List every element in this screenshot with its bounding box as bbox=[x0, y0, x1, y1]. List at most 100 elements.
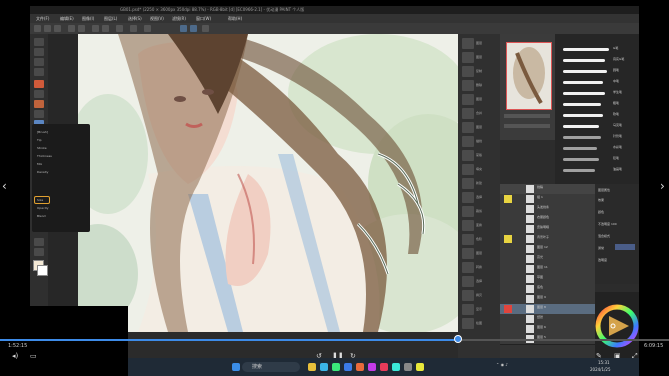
blend-mode-select[interactable] bbox=[615, 244, 635, 250]
grid-icon[interactable] bbox=[202, 25, 209, 32]
sub-color-swatch[interactable] bbox=[37, 265, 48, 276]
clear-icon[interactable] bbox=[92, 25, 99, 32]
layer-icon[interactable] bbox=[462, 52, 474, 63]
redo-icon[interactable] bbox=[78, 25, 85, 32]
color-wheel[interactable] bbox=[595, 292, 639, 358]
levels-icon[interactable] bbox=[462, 234, 474, 245]
menu-item[interactable]: 图像(I) bbox=[82, 14, 94, 23]
lineart-icon[interactable] bbox=[462, 136, 474, 147]
fill-icon[interactable] bbox=[102, 25, 109, 32]
brush-preview[interactable] bbox=[563, 92, 605, 95]
menu-item[interactable]: 视图(V) bbox=[150, 14, 164, 23]
menu-item[interactable]: 帮助(H) bbox=[228, 14, 242, 23]
crop-icon[interactable] bbox=[462, 206, 474, 217]
taskbar-search[interactable]: 搜索 bbox=[242, 362, 300, 372]
explorer-icon[interactable] bbox=[308, 363, 316, 371]
move-tool-icon[interactable] bbox=[34, 48, 44, 56]
color-wheel-panel bbox=[595, 292, 639, 358]
chevron-right-icon[interactable]: › bbox=[660, 180, 665, 192]
app-icon[interactable] bbox=[416, 363, 424, 371]
layer-icon[interactable] bbox=[462, 248, 474, 259]
brush-preview[interactable] bbox=[563, 125, 599, 128]
menu-item[interactable]: 图层(L) bbox=[104, 14, 117, 23]
draw-icon[interactable] bbox=[462, 318, 474, 329]
app-icon[interactable] bbox=[380, 363, 388, 371]
menu-item[interactable]: 滤镜(R) bbox=[172, 14, 186, 23]
video-letterbox bbox=[0, 306, 128, 376]
windows-start-icon[interactable] bbox=[232, 363, 240, 371]
brush-tool-icon[interactable] bbox=[34, 110, 44, 118]
brush-preview[interactable] bbox=[563, 147, 597, 150]
undo-icon[interactable] bbox=[68, 25, 75, 32]
brush-preview[interactable] bbox=[563, 81, 603, 84]
brush-preview[interactable] bbox=[563, 59, 605, 62]
pencil-tool-icon[interactable] bbox=[34, 100, 44, 108]
edge-icon[interactable] bbox=[320, 363, 328, 371]
save-icon[interactable] bbox=[54, 25, 61, 32]
store-icon[interactable] bbox=[332, 363, 340, 371]
ruler-icon[interactable] bbox=[180, 25, 187, 32]
open-file-icon[interactable] bbox=[44, 25, 51, 32]
delete-icon[interactable] bbox=[462, 80, 474, 91]
lasso-tool-icon[interactable] bbox=[34, 68, 44, 76]
icon-label: 描线 bbox=[476, 139, 483, 143]
caption-icon[interactable]: ▭ bbox=[30, 352, 37, 360]
transform-icon[interactable] bbox=[116, 25, 123, 32]
navigator-thumbnail[interactable] bbox=[506, 42, 552, 110]
app-icon[interactable] bbox=[344, 363, 352, 371]
show-icon[interactable] bbox=[462, 304, 474, 315]
size-indicator[interactable] bbox=[34, 196, 50, 204]
fill-icon[interactable] bbox=[462, 164, 474, 175]
convert-icon[interactable] bbox=[462, 262, 474, 273]
select-icon[interactable] bbox=[462, 192, 474, 203]
app-icon[interactable] bbox=[392, 363, 400, 371]
paint-app-icon[interactable] bbox=[356, 363, 364, 371]
layer-icon[interactable] bbox=[462, 94, 474, 105]
layer-icon[interactable] bbox=[462, 122, 474, 133]
current-time: 1:52:15 bbox=[8, 343, 28, 349]
brush-preview[interactable] bbox=[563, 70, 607, 73]
brush-preview[interactable] bbox=[563, 136, 601, 139]
active-layer-icon bbox=[504, 305, 512, 313]
deselect-icon[interactable] bbox=[130, 25, 137, 32]
zoom-slider[interactable] bbox=[504, 114, 550, 118]
menu-item[interactable]: 文件(F) bbox=[36, 14, 49, 23]
brush-preview[interactable] bbox=[563, 158, 599, 161]
rotate-slider[interactable] bbox=[504, 124, 550, 128]
brush-preview[interactable] bbox=[563, 48, 609, 51]
canvas-artwork[interactable] bbox=[78, 34, 458, 332]
navigator-panel bbox=[500, 34, 555, 140]
menu-item[interactable]: 编辑(E) bbox=[60, 14, 74, 23]
brush-panel: G笔 真实G笔 圆笔 中笔 学生笔 粗笔 软笔 马克笔 针管笔 水彩笔 铅笔 油… bbox=[555, 34, 639, 184]
pen-tool-icon[interactable] bbox=[34, 90, 44, 98]
fill-tool-icon[interactable] bbox=[34, 238, 44, 246]
icon-label: 选择 bbox=[476, 195, 483, 199]
brush-preview[interactable] bbox=[563, 103, 601, 106]
zoom-tool-icon[interactable] bbox=[34, 38, 44, 46]
transform-icon[interactable] bbox=[462, 220, 474, 231]
brush-preview[interactable] bbox=[563, 114, 603, 117]
app-icon[interactable] bbox=[368, 363, 376, 371]
snap-icon[interactable] bbox=[190, 25, 197, 32]
select-tool-icon[interactable] bbox=[34, 58, 44, 66]
brush-name: 铅笔 bbox=[613, 156, 620, 160]
new-file-icon[interactable] bbox=[34, 25, 41, 32]
menu-item[interactable]: 选择(S) bbox=[128, 14, 142, 23]
brush-preview[interactable] bbox=[563, 169, 595, 172]
clock-date: 2024/1/25 bbox=[590, 367, 611, 372]
tray-icons[interactable]: ⌃ ◉ ♪ bbox=[496, 362, 508, 367]
layer-icon[interactable] bbox=[462, 38, 474, 49]
app-icon[interactable] bbox=[404, 363, 412, 371]
copy-icon[interactable] bbox=[462, 66, 474, 77]
eyedropper-tool-icon[interactable] bbox=[34, 80, 44, 88]
new-icon[interactable] bbox=[462, 178, 474, 189]
volume-icon[interactable]: ◂) bbox=[12, 352, 18, 360]
select-icon[interactable] bbox=[462, 276, 474, 287]
menu-item[interactable]: 窗口(W) bbox=[196, 14, 211, 23]
chevron-left-icon[interactable]: ‹ bbox=[2, 180, 7, 192]
select-all-icon[interactable] bbox=[144, 25, 151, 32]
copy-icon[interactable] bbox=[462, 290, 474, 301]
mask-icon[interactable] bbox=[462, 150, 474, 161]
merge-icon[interactable] bbox=[462, 108, 474, 119]
text-tool-icon[interactable] bbox=[34, 248, 44, 256]
